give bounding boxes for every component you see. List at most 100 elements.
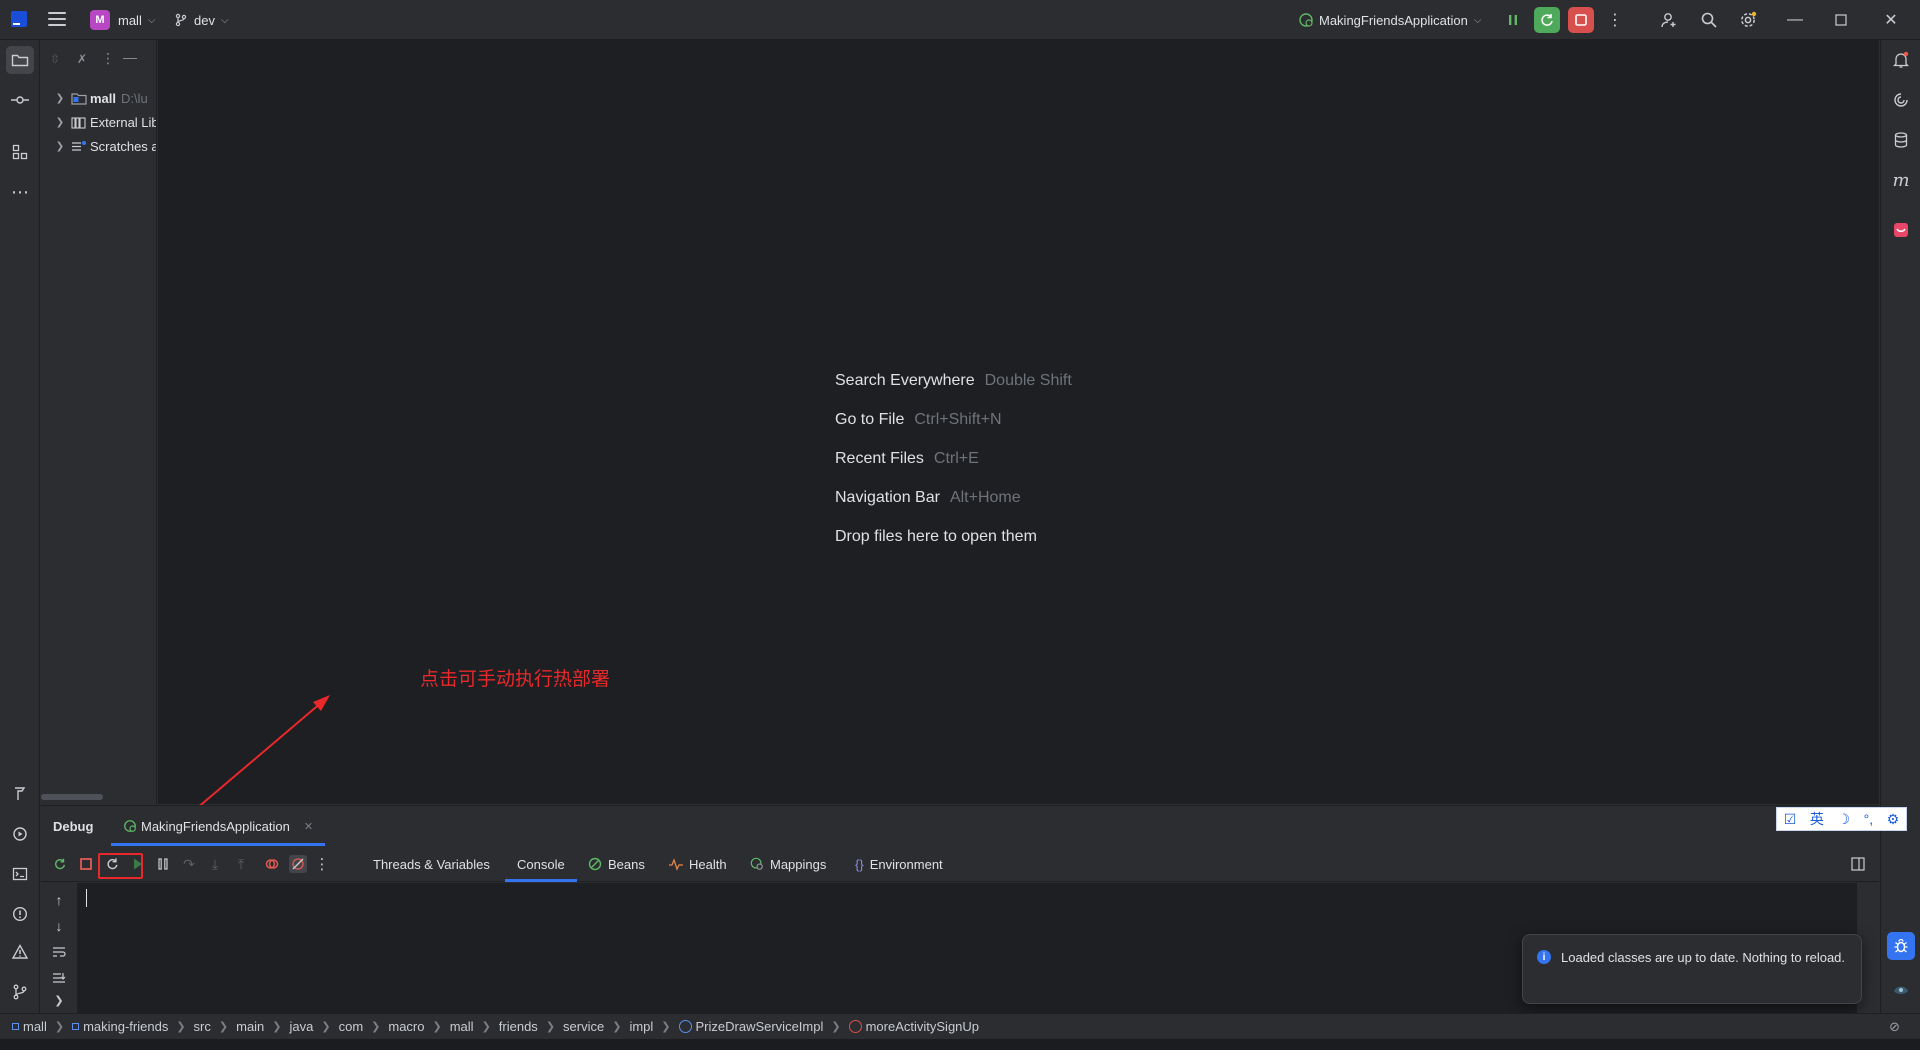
module-square-icon <box>12 1023 19 1030</box>
breadcrumb-item[interactable]: src <box>194 1019 211 1034</box>
hint-shortcut: Ctrl+E <box>933 450 979 467</box>
rerun-debug-button[interactable] <box>1534 7 1560 33</box>
ime-settings-icon[interactable]: ⚙ <box>1887 811 1900 828</box>
git-branch-icon <box>175 13 187 27</box>
rerun-icon[interactable] <box>51 855 69 873</box>
main-menu-icon[interactable] <box>48 12 66 26</box>
structure-icon[interactable] <box>6 138 34 166</box>
more-actions-icon[interactable]: ⋮ <box>1602 7 1628 33</box>
pause-program-icon[interactable] <box>1500 7 1526 33</box>
maven-icon[interactable]: m <box>1887 166 1915 194</box>
warning-triangle-icon[interactable] <box>6 938 34 966</box>
debug-session-tab[interactable]: MakingFriendsApplication ✕ <box>111 806 326 846</box>
chevron-right-icon[interactable]: ❯ <box>51 141 69 152</box>
editor-empty-state: Search Everywhere Double Shift Go to File… <box>158 40 1879 804</box>
step-into-icon[interactable]: ⤓ <box>206 855 224 873</box>
tab-health[interactable]: Health <box>669 846 727 882</box>
tab-threads-variables[interactable]: Threads & Variables <box>373 846 490 882</box>
stop-icon[interactable] <box>77 855 95 873</box>
more-tool-windows-icon[interactable]: ⋯ <box>6 178 34 206</box>
breadcrumb-separator: ❯ <box>321 1021 331 1033</box>
notifications-bell-icon[interactable] <box>1887 46 1915 74</box>
database-icon[interactable] <box>1887 126 1915 154</box>
breadcrumb-project[interactable]: mall <box>12 1019 47 1034</box>
ai-assistant-icon[interactable] <box>1887 86 1915 114</box>
minimize-icon[interactable]: — <box>1772 0 1818 40</box>
search-icon[interactable] <box>1696 7 1722 33</box>
chevron-right-icon[interactable]: ❯ <box>51 117 69 128</box>
breadcrumb-item[interactable]: mall <box>450 1019 474 1034</box>
services-icon[interactable] <box>6 820 34 848</box>
maximize-icon[interactable] <box>1818 0 1864 40</box>
chevron-right-icon[interactable]: ❯ <box>51 93 69 104</box>
arrow-down-icon[interactable]: ↓ <box>50 917 68 935</box>
mute-breakpoints-icon[interactable] <box>289 855 307 873</box>
no-inspections-icon[interactable]: ⊘ <box>1889 1019 1900 1035</box>
tab-mappings[interactable]: Mappings <box>750 846 826 882</box>
layout-settings-icon[interactable] <box>1849 855 1867 873</box>
git-icon[interactable] <box>6 978 34 1006</box>
tab-label: Environment <box>869 856 943 872</box>
breadcrumb-item[interactable]: friends <box>499 1019 538 1034</box>
view-breakpoints-icon[interactable] <box>263 855 281 873</box>
debug-toolbar: ↷ ⤓ ⤒ ⋮ Threads & Variables Console Bean… <box>41 846 1879 882</box>
breadcrumb-item[interactable]: service <box>563 1019 604 1034</box>
debug-bug-icon[interactable] <box>1887 932 1915 960</box>
chevron-down-icon: ⌵ <box>220 14 229 26</box>
more-options-icon[interactable]: ⋮ <box>313 855 331 873</box>
ime-punctuation-icon[interactable]: °, <box>1864 811 1874 827</box>
project-folder-icon[interactable] <box>6 46 34 74</box>
hide-panel-icon[interactable]: — <box>123 49 137 65</box>
step-over-icon[interactable]: ↷ <box>180 855 198 873</box>
tab-beans[interactable]: Beans <box>588 846 645 882</box>
breadcrumb-item[interactable]: impl <box>629 1019 653 1034</box>
close-tab-icon[interactable]: ✕ <box>304 820 313 833</box>
breadcrumb-item[interactable]: PrizeDrawServiceImpl <box>696 1019 824 1034</box>
ime-language[interactable]: 英 <box>1810 809 1824 829</box>
breadcrumb-separator: ❯ <box>432 1021 442 1033</box>
run-config-selector[interactable]: MakingFriendsApplication ⌵ <box>1292 6 1487 34</box>
breadcrumb-item[interactable]: main <box>236 1019 264 1034</box>
scroll-to-end-icon[interactable] <box>50 969 68 987</box>
tree-item-external-libraries[interactable]: ❯ External Lib <box>41 110 156 134</box>
horizontal-scrollbar[interactable] <box>41 794 103 800</box>
plugin-red-icon[interactable] <box>1887 216 1915 244</box>
commit-icon[interactable] <box>6 86 34 114</box>
reload-notification[interactable]: i Loaded classes are up to date. Nothing… <box>1522 934 1862 1004</box>
pause-icon[interactable] <box>154 855 172 873</box>
panel-options-icon[interactable]: ⋮ <box>101 50 115 67</box>
breadcrumb-separator: ❯ <box>218 1021 229 1033</box>
ime-moon-icon[interactable]: ☽ <box>1837 811 1850 828</box>
add-user-icon[interactable] <box>1656 7 1682 33</box>
stop-button[interactable] <box>1568 7 1594 33</box>
expand-all-icon[interactable]: ⇳ <box>50 52 60 66</box>
settings-gear-icon[interactable] <box>1735 7 1761 33</box>
build-hammer-icon[interactable] <box>6 780 34 808</box>
project-selector[interactable]: M mall ⌵ <box>84 6 161 34</box>
collapse-all-icon[interactable]: ✗ <box>77 52 87 66</box>
chevron-right-icon[interactable]: ❯ <box>50 991 68 1009</box>
method-icon <box>848 1020 862 1033</box>
tree-item-mall[interactable]: ❯ mall D:\lu <box>41 86 156 110</box>
branch-selector[interactable]: dev ⌵ <box>168 6 235 34</box>
breadcrumb-item[interactable]: java <box>290 1019 314 1034</box>
close-icon[interactable]: ✕ <box>1868 0 1914 40</box>
terminal-icon[interactable] <box>6 860 34 888</box>
breadcrumb-item[interactable]: com <box>339 1019 364 1034</box>
tab-environment[interactable]: {} Environment <box>855 846 943 882</box>
tree-item-path: D:\lu <box>121 90 148 106</box>
profiler-icon[interactable] <box>1887 976 1915 1004</box>
step-out-icon[interactable]: ⤒ <box>232 855 250 873</box>
class-icon <box>678 1020 692 1033</box>
breadcrumb-item[interactable]: macro <box>388 1019 424 1034</box>
breadcrumb-item[interactable]: moreActivitySignUp <box>866 1019 979 1034</box>
tree-item-scratches[interactable]: ❯ Scratches a <box>41 134 156 158</box>
problems-icon[interactable] <box>6 900 34 928</box>
ime-check-icon[interactable]: ☑ <box>1784 811 1797 828</box>
breadcrumb-item[interactable]: making-friends <box>83 1019 168 1034</box>
soft-wrap-icon[interactable] <box>50 943 68 961</box>
arrow-up-icon[interactable]: ↑ <box>50 891 68 909</box>
annotation-label: 点击可手动执行热部署 <box>420 668 611 690</box>
intellij-logo-icon[interactable] <box>11 11 27 27</box>
tab-console[interactable]: Console <box>505 846 577 882</box>
